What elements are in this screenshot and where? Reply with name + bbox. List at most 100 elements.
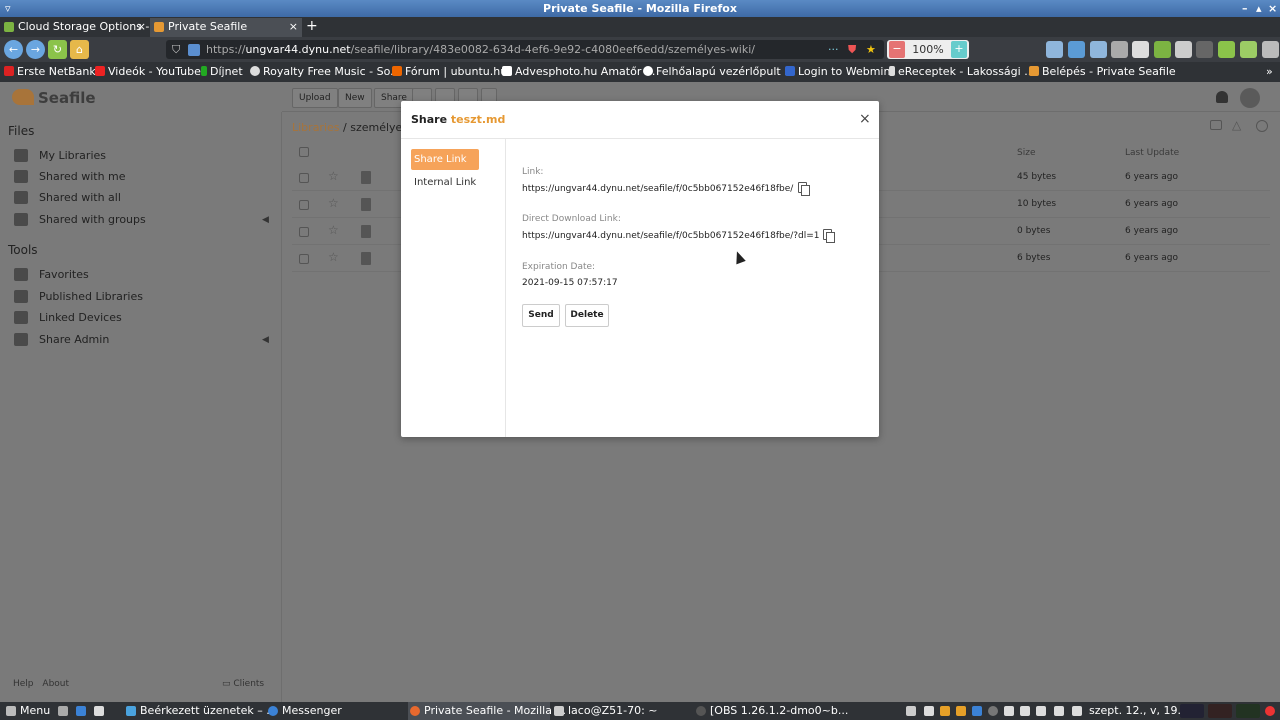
tab-cloud-storage[interactable]: Cloud Storage Options - ×	[0, 18, 150, 37]
firefox-launcher-icon[interactable]	[76, 706, 86, 716]
taskbar-item-terminal[interactable]: laco@Z51-70: ~	[552, 702, 658, 720]
trash-icon[interactable]: △	[1232, 118, 1241, 132]
bookmark-item[interactable]: Díjnet	[201, 64, 243, 80]
bookmark-item[interactable]: Belépés - Private Seafile	[1029, 64, 1176, 80]
about-link[interactable]: About	[42, 679, 69, 689]
notes-icon[interactable]	[940, 706, 950, 716]
notification-bell-icon[interactable]	[1216, 91, 1228, 103]
wifi-icon[interactable]	[1054, 706, 1064, 716]
show-desktop-icon[interactable]	[58, 706, 68, 716]
new-button[interactable]: New	[338, 88, 372, 108]
breadcrumb-root[interactable]: Libraries	[292, 121, 340, 134]
sidebar-item-shared-with-groups[interactable]: Shared with groups ◀	[14, 213, 269, 227]
page-actions-icon[interactable]: ···	[828, 40, 839, 59]
tab-close-icon[interactable]: ×	[137, 18, 146, 36]
row-checkbox[interactable]	[299, 200, 309, 210]
hamburger-menu-icon[interactable]	[1262, 41, 1279, 58]
update-manager-icon[interactable]	[1072, 706, 1082, 716]
history-icon[interactable]	[1256, 120, 1268, 132]
obs-tray-icon[interactable]	[988, 706, 998, 716]
network-icon[interactable]	[906, 706, 916, 716]
size-column-header[interactable]: Size	[1017, 148, 1035, 158]
bookmarks-overflow-icon[interactable]: »	[1266, 64, 1273, 80]
extension-icon[interactable]	[1240, 41, 1257, 58]
zoom-level[interactable]: 100%	[912, 43, 943, 56]
sidebar-item-shared-with-all[interactable]: Shared with all	[14, 191, 121, 205]
row-checkbox[interactable]	[299, 173, 309, 183]
minimize-button[interactable]: –	[1242, 0, 1248, 17]
star-icon[interactable]: ☆	[328, 250, 339, 264]
site-identity-icon[interactable]	[188, 44, 200, 56]
bookmark-item[interactable]: Erste NetBank	[4, 64, 96, 80]
extension-icon[interactable]	[1154, 41, 1171, 58]
tab-private-seafile[interactable]: Private Seafile ×	[150, 18, 302, 37]
extension-icon[interactable]	[1046, 41, 1063, 58]
tab-close-icon[interactable]: ×	[289, 18, 298, 36]
grid-icon[interactable]	[1132, 41, 1149, 58]
extension-icon[interactable]	[1218, 41, 1235, 58]
new-tab-button[interactable]: +	[306, 17, 318, 35]
sidebar-item-shared-with-me[interactable]: Shared with me	[14, 170, 126, 184]
row-checkbox[interactable]	[299, 254, 309, 264]
close-window-button[interactable]: ×	[1268, 0, 1277, 17]
maximize-button[interactable]: ▴	[1256, 0, 1262, 17]
downloads-icon[interactable]	[1068, 41, 1085, 58]
taskbar-item-mail[interactable]: Beérkezett üzenetek – ...	[124, 702, 277, 720]
microphone-icon[interactable]	[1020, 706, 1030, 716]
bookmark-item[interactable]: Felhőalapú vezérlőpult ...	[643, 64, 795, 80]
star-icon[interactable]: ☆	[328, 196, 339, 210]
taskbar-item-obs[interactable]: [OBS 1.26.1.2-dmo0~b...	[694, 702, 848, 720]
caret-left-icon[interactable]: ◀	[262, 333, 269, 347]
sidebar-item-published-libraries[interactable]: Published Libraries	[14, 290, 143, 304]
star-icon[interactable]: ☆	[328, 169, 339, 183]
upload-button[interactable]: Upload	[292, 88, 338, 108]
copy-icon[interactable]	[823, 229, 835, 243]
help-link[interactable]: Help	[13, 679, 34, 689]
screenshot-icon[interactable]	[1090, 41, 1107, 58]
power-icon[interactable]	[1265, 706, 1275, 716]
bookmark-star-icon[interactable]: ★	[866, 40, 876, 59]
tab-internal-link[interactable]: Internal Link	[414, 177, 476, 188]
bookmark-item[interactable]: Royalty Free Music - So...	[250, 64, 401, 80]
zoom-in-icon[interactable]: +	[951, 41, 967, 58]
window-menu-icon[interactable]: ▿	[5, 0, 11, 17]
zoom-out-icon[interactable]: −	[889, 41, 905, 58]
save-icon[interactable]	[1175, 41, 1192, 58]
extension-icon[interactable]	[1196, 41, 1213, 58]
sidebar-item-share-admin[interactable]: Share Admin ◀	[14, 333, 269, 347]
sidebar-item-favorites[interactable]: Favorites	[14, 268, 89, 282]
back-icon[interactable]: ←	[4, 40, 23, 59]
caret-left-icon[interactable]: ◀	[262, 213, 269, 227]
taskbar-item-firefox[interactable]: Private Seafile - Mozilla ...	[408, 702, 566, 720]
bookmark-item[interactable]: eReceptek - Lakossági ...	[889, 64, 1035, 80]
bookmark-item[interactable]: Advesphoto.hu Amatőr ...	[502, 64, 655, 80]
keyboard-layout-icon[interactable]	[972, 706, 982, 716]
terminal-launcher-icon[interactable]	[94, 706, 104, 716]
row-checkbox[interactable]	[299, 227, 309, 237]
seafile-tray-icon[interactable]	[956, 706, 966, 716]
last-update-column-header[interactable]: Last Update	[1125, 148, 1179, 158]
seafile-logo[interactable]: Seafile	[12, 89, 96, 107]
pocket-icon[interactable]: ⛊	[848, 40, 856, 59]
sidebar-item-linked-devices[interactable]: Linked Devices	[14, 311, 122, 325]
taskbar-item-messenger[interactable]: Messenger	[266, 702, 342, 720]
home-icon[interactable]: ⌂	[70, 40, 89, 59]
clients-link[interactable]: ▭ Clients	[222, 679, 264, 689]
forward-icon[interactable]: →	[26, 40, 45, 59]
bookmark-item[interactable]: Login to Webmin	[785, 64, 890, 80]
bookmark-item[interactable]: Videók - YouTube	[95, 64, 201, 80]
select-all-checkbox[interactable]	[299, 147, 309, 157]
copy-icon[interactable]	[798, 182, 810, 196]
send-button[interactable]: Send	[522, 304, 560, 327]
tab-share-link[interactable]: Share Link	[411, 149, 479, 170]
sidebar-item-my-libraries[interactable]: My Libraries	[14, 149, 106, 163]
bookmark-item[interactable]: Fórum | ubuntu.hu	[392, 64, 507, 80]
extension-icon[interactable]	[1111, 41, 1128, 58]
star-icon[interactable]: ☆	[328, 223, 339, 237]
user-avatar[interactable]	[1240, 88, 1260, 108]
delete-button[interactable]: Delete	[565, 304, 609, 327]
reload-icon[interactable]: ↻	[48, 40, 67, 59]
start-menu-button[interactable]: Menu	[4, 702, 50, 720]
tag-icon[interactable]	[1210, 120, 1222, 130]
printer-icon[interactable]	[1004, 706, 1014, 716]
